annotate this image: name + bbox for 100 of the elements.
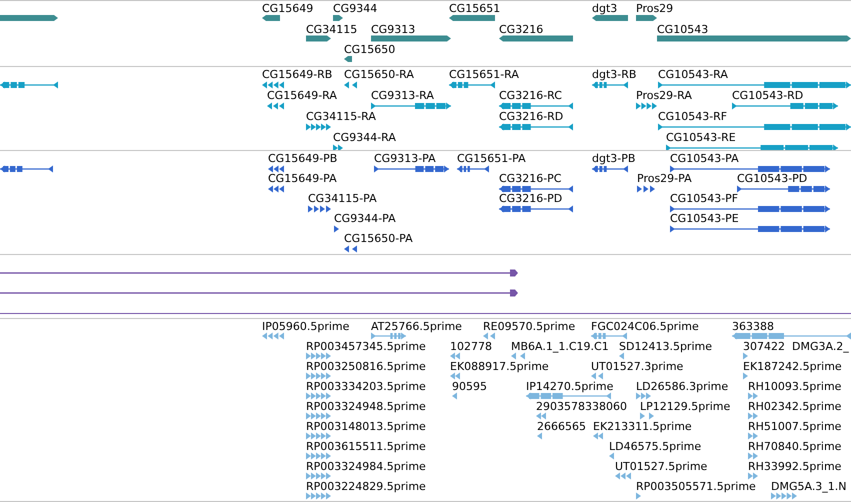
est-glyph[interactable] bbox=[306, 372, 331, 380]
feature-label: CG3216-PC bbox=[499, 172, 562, 185]
transcript-glyph[interactable] bbox=[0, 82, 58, 88]
protein-glyph[interactable] bbox=[268, 186, 284, 192]
est-glyph[interactable] bbox=[609, 452, 614, 460]
feature-label: CG10543-PA bbox=[670, 152, 739, 165]
est-glyph[interactable] bbox=[748, 452, 758, 460]
gene-glyph[interactable] bbox=[449, 15, 495, 21]
protein-glyph[interactable] bbox=[0, 166, 53, 172]
est-glyph[interactable] bbox=[593, 432, 603, 440]
transcript-glyph[interactable] bbox=[592, 82, 628, 88]
transcript-glyph[interactable] bbox=[658, 124, 851, 130]
est-glyph[interactable] bbox=[450, 352, 460, 360]
protein-glyph[interactable] bbox=[308, 206, 331, 212]
protein-glyph[interactable] bbox=[499, 186, 573, 192]
transcript-glyph[interactable] bbox=[636, 102, 657, 110]
est-glyph[interactable] bbox=[262, 332, 284, 340]
feature-label: MB6A.1_1.C19.C1 bbox=[511, 340, 609, 353]
est-glyph[interactable] bbox=[619, 352, 624, 360]
est-glyph[interactable] bbox=[306, 472, 331, 480]
feature-label: CG9344-RA bbox=[333, 131, 396, 144]
est-glyph[interactable] bbox=[306, 492, 331, 500]
feature-label: IP14270.5prime bbox=[526, 380, 614, 393]
est-glyph[interactable] bbox=[591, 332, 627, 340]
protein-glyph[interactable] bbox=[499, 206, 573, 212]
est-glyph[interactable] bbox=[636, 392, 651, 400]
transcript-glyph[interactable] bbox=[344, 82, 357, 88]
feature-label: RP003615511.5prime bbox=[306, 440, 426, 453]
feature-label: CG15649-PA bbox=[268, 172, 337, 185]
transcript-glyph[interactable] bbox=[449, 82, 495, 88]
est-glyph[interactable] bbox=[748, 472, 758, 480]
feature-label: RH10093.5prime bbox=[748, 380, 842, 393]
est-glyph[interactable] bbox=[306, 352, 331, 360]
est-glyph[interactable] bbox=[748, 392, 758, 400]
feature-label: CG9313-PA bbox=[374, 152, 436, 165]
est-glyph[interactable] bbox=[452, 392, 457, 400]
arrow-line[interactable] bbox=[0, 270, 518, 276]
est-glyph[interactable] bbox=[371, 332, 406, 340]
est-glyph[interactable] bbox=[743, 372, 748, 380]
feature-label: RH02342.5prime bbox=[748, 400, 842, 413]
gene-glyph[interactable] bbox=[636, 15, 657, 21]
gene-glyph[interactable] bbox=[306, 36, 331, 42]
transcript-glyph[interactable] bbox=[262, 82, 284, 88]
gene-glyph[interactable] bbox=[499, 36, 573, 42]
protein-glyph[interactable] bbox=[344, 246, 357, 252]
est-glyph[interactable] bbox=[615, 472, 631, 480]
gene-glyph[interactable] bbox=[333, 15, 343, 21]
protein-glyph[interactable] bbox=[670, 166, 830, 172]
feature-label: CG10543-PE bbox=[670, 212, 739, 225]
feature-label: CG34115-RA bbox=[306, 110, 376, 123]
feature-label: CG10543-RD bbox=[732, 89, 804, 102]
transcript-glyph[interactable] bbox=[499, 124, 573, 130]
gene-glyph[interactable] bbox=[592, 15, 628, 21]
est-glyph[interactable] bbox=[771, 492, 797, 500]
transcript-glyph[interactable] bbox=[267, 102, 284, 110]
est-glyph[interactable] bbox=[306, 392, 331, 400]
est-glyph[interactable] bbox=[306, 412, 331, 420]
protein-glyph[interactable] bbox=[737, 186, 830, 192]
feature-label: 2903578338060 bbox=[536, 400, 627, 413]
est-glyph[interactable] bbox=[526, 392, 611, 400]
est-glyph[interactable] bbox=[306, 432, 331, 440]
gene-glyph[interactable] bbox=[344, 56, 352, 62]
est-glyph[interactable] bbox=[640, 412, 654, 420]
protein-glyph[interactable] bbox=[637, 186, 655, 192]
protein-glyph[interactable] bbox=[670, 226, 830, 232]
transcript-glyph[interactable] bbox=[371, 102, 451, 110]
protein-glyph[interactable] bbox=[334, 226, 339, 232]
protein-glyph[interactable] bbox=[268, 166, 284, 172]
transcript-glyph[interactable] bbox=[658, 82, 851, 88]
gene-glyph[interactable] bbox=[262, 15, 280, 21]
gene-glyph[interactable] bbox=[0, 15, 58, 21]
protein-glyph[interactable] bbox=[457, 166, 489, 172]
est-glyph[interactable] bbox=[732, 332, 851, 340]
est-glyph[interactable] bbox=[748, 432, 758, 440]
transcript-glyph[interactable] bbox=[306, 124, 331, 130]
est-glyph[interactable] bbox=[591, 372, 603, 380]
est-glyph[interactable] bbox=[743, 352, 748, 360]
feature-label: CG10543-RA bbox=[658, 68, 728, 81]
transcript-glyph[interactable] bbox=[666, 144, 838, 150]
est-glyph[interactable] bbox=[748, 412, 758, 420]
transcript-glyph[interactable] bbox=[333, 144, 343, 150]
est-glyph[interactable] bbox=[450, 372, 460, 380]
gene-glyph[interactable] bbox=[371, 36, 451, 42]
transcript-glyph[interactable] bbox=[499, 102, 573, 110]
feature-label: FGC024C06.5prime bbox=[591, 320, 699, 333]
est-glyph[interactable] bbox=[511, 352, 525, 360]
arrow-line[interactable] bbox=[0, 290, 518, 296]
est-glyph[interactable] bbox=[306, 452, 331, 460]
protein-glyph[interactable] bbox=[374, 166, 449, 172]
est-glyph[interactable] bbox=[483, 332, 495, 340]
feature-label: dgt3 bbox=[592, 2, 618, 15]
transcript-glyph[interactable] bbox=[732, 102, 838, 110]
feature-label: CG15650-PA bbox=[344, 232, 413, 245]
est-glyph[interactable] bbox=[536, 412, 546, 420]
est-glyph[interactable] bbox=[636, 492, 641, 500]
feature-label: Pros29-PA bbox=[637, 172, 692, 185]
protein-glyph[interactable] bbox=[592, 166, 628, 172]
protein-glyph[interactable] bbox=[670, 206, 830, 212]
feature-label: CG34115-PA bbox=[308, 192, 377, 205]
est-glyph[interactable] bbox=[537, 432, 542, 440]
